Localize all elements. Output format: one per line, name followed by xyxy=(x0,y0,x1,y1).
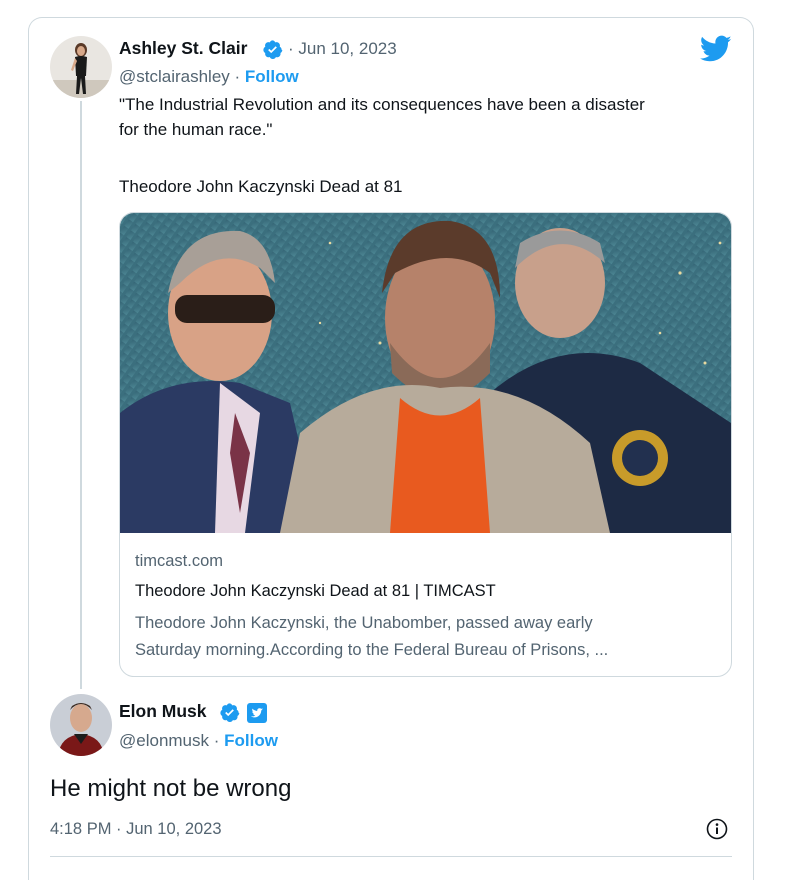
handle-separator: · xyxy=(209,731,225,750)
avatar-ashley[interactable] xyxy=(50,36,112,98)
link-description-line: Theodore John Kaczynski, the Unabomber, … xyxy=(135,614,593,632)
tweet-text-line: Theodore John Kaczynski Dead at 81 xyxy=(119,177,403,196)
link-preview-image xyxy=(120,213,731,533)
avatar-elon[interactable] xyxy=(50,694,112,756)
verified-badge-icon xyxy=(262,39,283,65)
thread-connector-line xyxy=(80,101,82,689)
reply-author-handle[interactable]: @elonmusk xyxy=(119,731,209,750)
reply-handle-line: @elonmusk · Follow xyxy=(119,731,278,751)
author-name[interactable]: Ashley St. Clair xyxy=(119,38,247,59)
tweet-date[interactable]: · Jun 10, 2023 xyxy=(288,39,397,59)
link-preview-card[interactable]: timcast.com Theodore John Kaczynski Dead… xyxy=(119,212,732,677)
verified-badge-icon xyxy=(219,702,240,728)
twitter-bird-icon[interactable] xyxy=(699,35,732,68)
follow-button[interactable]: Follow xyxy=(224,731,278,750)
reply-timestamp[interactable]: 4:18 PM · Jun 10, 2023 xyxy=(50,820,222,839)
link-title: Theodore John Kaczynski Dead at 81 | TIM… xyxy=(135,582,496,600)
handle-separator: · xyxy=(229,67,245,86)
tweet-text: "The Industrial Revolution and its conse… xyxy=(119,92,729,199)
reply-author-name[interactable]: Elon Musk xyxy=(119,701,207,722)
reply-text: He might not be wrong xyxy=(50,775,292,802)
tweet-text-line: for the human race." xyxy=(119,120,273,139)
link-description-line: Saturday morning.According to the Federa… xyxy=(135,641,609,659)
twitter-square-badge-icon xyxy=(246,702,268,729)
link-description: Theodore John Kaczynski, the Unabomber, … xyxy=(135,610,715,664)
follow-button[interactable]: Follow xyxy=(245,67,299,86)
info-icon[interactable] xyxy=(706,818,728,845)
divider xyxy=(50,856,732,857)
author-handle[interactable]: @stclairashley xyxy=(119,67,230,86)
tweet-text-line: "The Industrial Revolution and its conse… xyxy=(119,95,645,114)
author-handle-line: @stclairashley · Follow xyxy=(119,67,299,87)
link-domain: timcast.com xyxy=(135,552,224,570)
